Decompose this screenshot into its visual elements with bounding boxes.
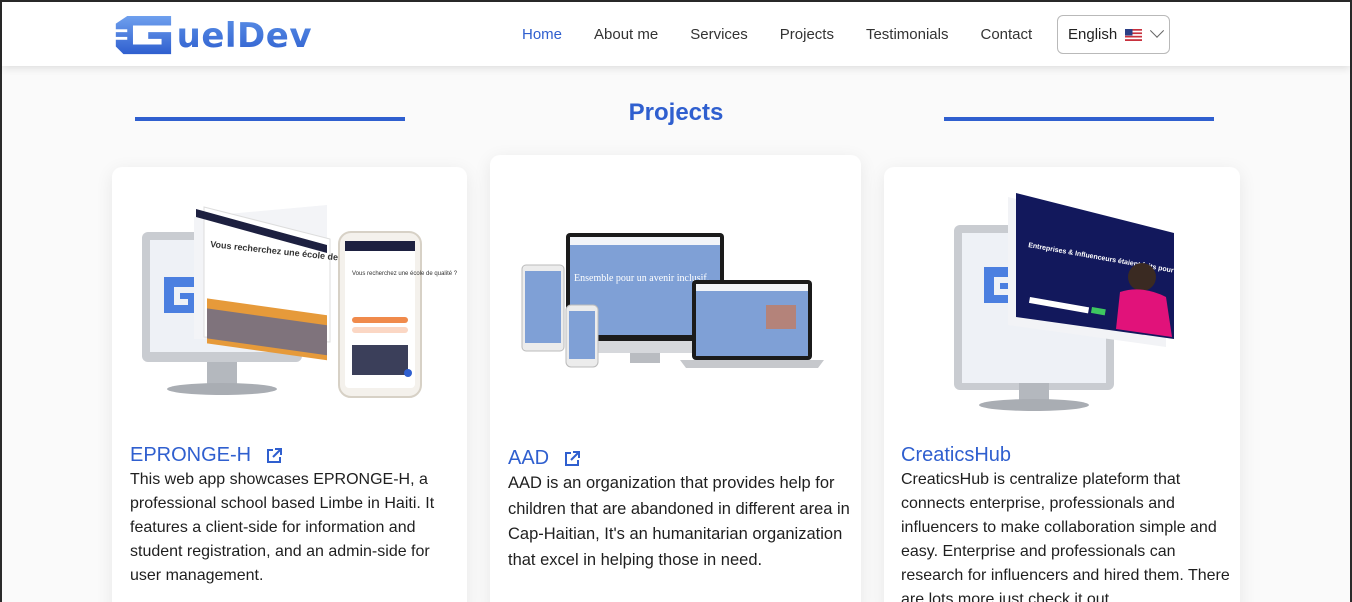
nav-contact[interactable]: Contact: [980, 26, 1032, 43]
language-label: English: [1068, 26, 1118, 43]
site-logo[interactable]: uelDev: [112, 12, 312, 58]
project-description: This web app showcases EPRONGE-H, a prof…: [130, 471, 435, 584]
project-title: EPRONGE-H: [130, 444, 252, 466]
project-card-creaticshub: Entreprises & Influenceurs étaient faits…: [884, 167, 1240, 602]
project-title-row: EPRONGE-H: [130, 444, 283, 467]
project-image-creaticshub: Entreprises & Influenceurs étaient faits…: [954, 193, 1220, 411]
nav-services[interactable]: Services: [690, 26, 748, 43]
project-title-row: AAD: [508, 447, 581, 470]
mock-heading-aad: Ensemble pour un avenir inclusif.: [574, 273, 709, 284]
site-header: uelDev Home About me Services Projects T…: [2, 2, 1350, 66]
project-image-epronge: Vous recherchez une école de qualité ? V…: [142, 205, 458, 398]
project-image-aad: Ensemble pour un avenir inclusif.: [521, 233, 824, 368]
section-title: Projects: [628, 99, 724, 126]
project-description: AAD is an organization that provides hel…: [508, 474, 850, 569]
nav-about-me[interactable]: About me: [594, 26, 658, 43]
project-card-aad: Ensemble pour un avenir inclusif. AAD AA…: [490, 155, 861, 602]
project-title: AAD: [508, 447, 550, 469]
external-link-icon[interactable]: [265, 447, 283, 465]
logo-g-icon: [113, 15, 172, 55]
main-nav: Home About me Services Projects Testimon…: [522, 2, 1064, 66]
external-link-icon[interactable]: [563, 450, 581, 468]
mock-phone-heading: Vous recherchez une école de qualité ?: [352, 271, 458, 277]
us-flag-icon: [1125, 28, 1143, 41]
project-title-row: CreaticsHub: [901, 444, 1011, 467]
nav-testimonials[interactable]: Testimonials: [866, 26, 949, 43]
project-card-epronge: Vous recherchez une école de qualité ? V…: [112, 167, 467, 602]
project-title: CreaticsHub: [901, 444, 1012, 466]
language-select[interactable]: English: [1057, 15, 1170, 54]
logo-text: uelDev: [176, 16, 312, 56]
nav-projects[interactable]: Projects: [780, 26, 834, 43]
nav-home[interactable]: Home: [522, 26, 562, 43]
project-description: CreaticsHub is centralize plateform that…: [901, 471, 1230, 602]
chevron-down-icon: [1150, 23, 1165, 38]
